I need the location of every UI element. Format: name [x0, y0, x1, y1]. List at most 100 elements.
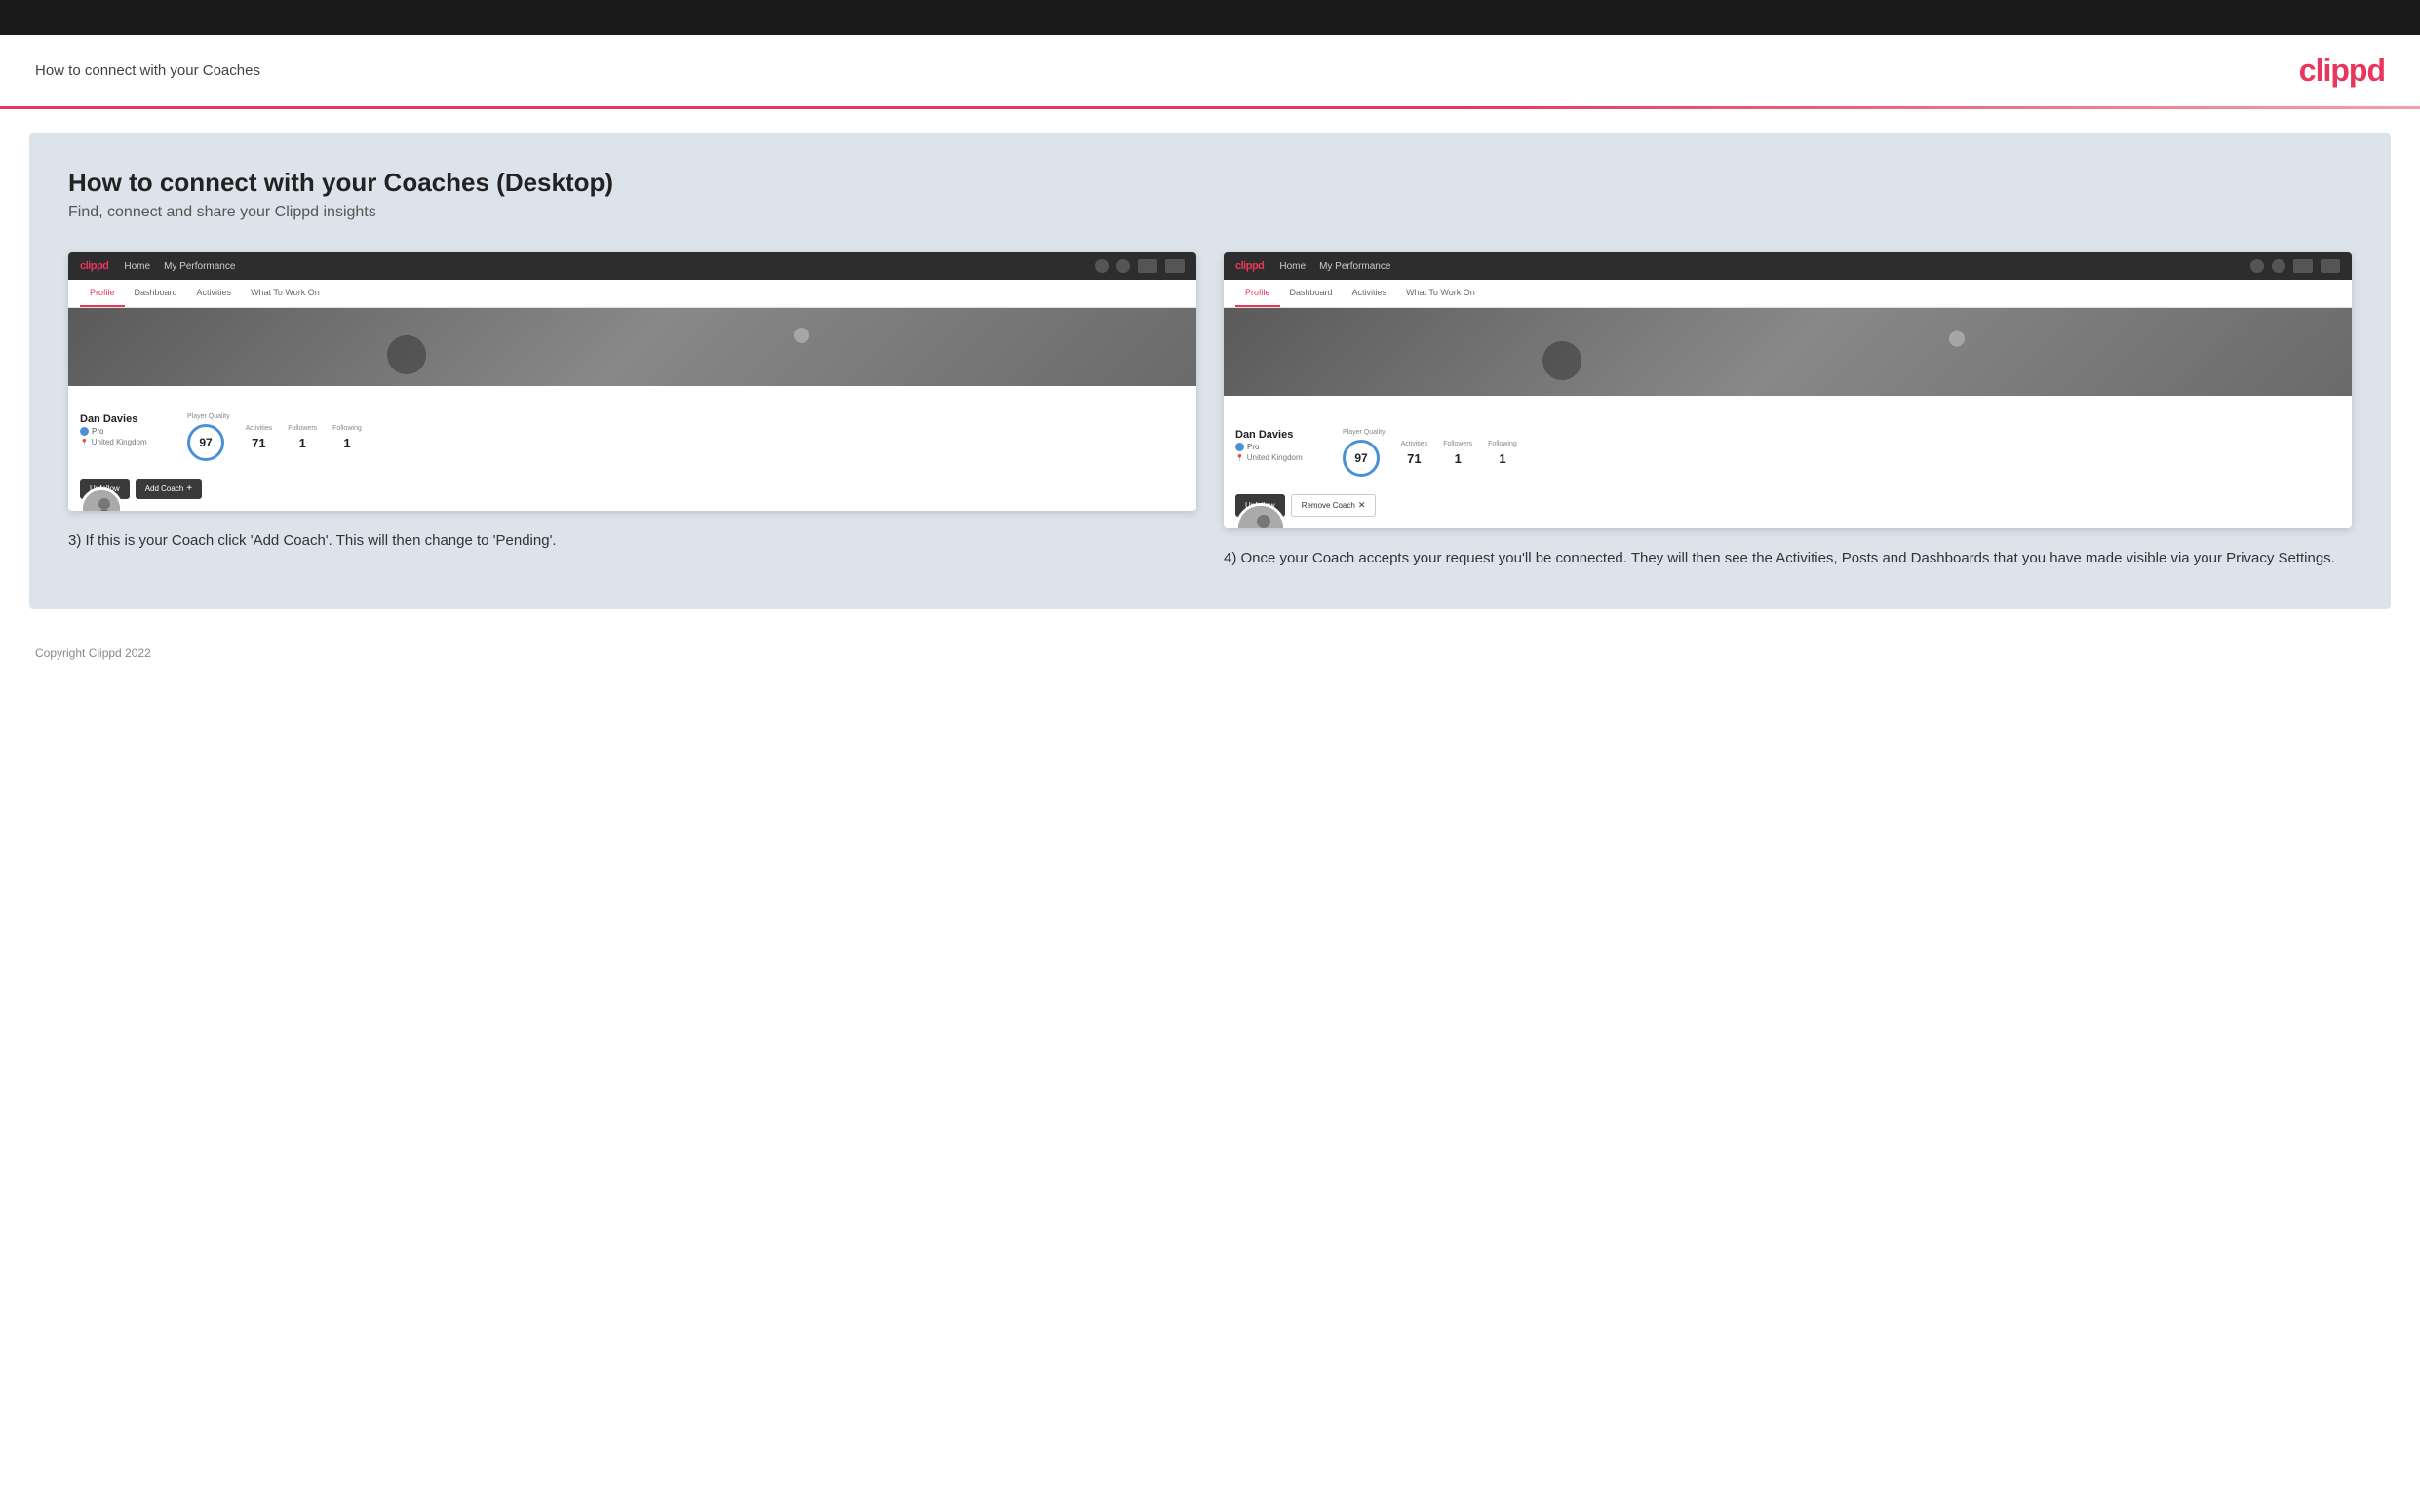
- followers-value-2: 1: [1443, 451, 1472, 466]
- mock-tabs-2: Profile Dashboard Activities What To Wor…: [1224, 280, 2352, 308]
- mock-stat-quality-1: Player Quality 97: [187, 413, 230, 461]
- mock-user-name-1: Dan Davies: [80, 413, 168, 425]
- screenshot-2: clippd Home My Performance Profile: [1224, 252, 2352, 528]
- main-subtitle: Find, connect and share your Clippd insi…: [68, 204, 2352, 221]
- mock-nav-home-1[interactable]: Home: [124, 261, 150, 272]
- mock-nav-items-1: Home My Performance: [124, 261, 1079, 272]
- header: How to connect with your Coaches clippd: [0, 35, 2420, 106]
- activities-label-1: Activities: [246, 425, 273, 432]
- search-icon-2[interactable]: [2250, 259, 2264, 273]
- quality-label-2: Player Quality: [1343, 429, 1386, 436]
- following-label-1: Following: [332, 425, 362, 432]
- mock-stat-quality-2: Player Quality 97: [1343, 429, 1386, 477]
- mock-stats-2: Player Quality 97 Activities 71 Follower: [1343, 429, 2340, 477]
- badge-icon-2: [1235, 443, 1244, 451]
- mock-stats-1: Player Quality 97 Activities 71 Follower: [187, 413, 1185, 461]
- screenshots-row: clippd Home My Performance Profile: [68, 252, 2352, 570]
- mock-logo-2: clippd: [1235, 260, 1264, 272]
- description-step3: 3) If this is your Coach click 'Add Coac…: [68, 530, 1196, 553]
- mock-stat-followers-2: Followers 1: [1443, 441, 1472, 466]
- location-text-1: United Kingdom: [92, 438, 147, 446]
- screenshot-1: clippd Home My Performance Profile: [68, 252, 1196, 511]
- banner-overlay-1: [68, 308, 1196, 386]
- settings-icon-1[interactable]: [1138, 259, 1157, 273]
- tab-whattoworkon-1[interactable]: What To Work On: [241, 280, 330, 307]
- following-value-2: 1: [1488, 451, 1517, 466]
- quality-value-2: 97: [1354, 451, 1367, 465]
- mock-stat-activities-2: Activities 71: [1401, 441, 1428, 466]
- tab-dashboard-2[interactable]: Dashboard: [1280, 280, 1343, 307]
- bottom-bar: Copyright Clippd 2022: [0, 633, 2420, 674]
- mock-navbar-1: clippd Home My Performance: [68, 252, 1196, 280]
- avatar-figure-1: [83, 490, 120, 511]
- page-title: How to connect with your Coaches: [35, 62, 260, 79]
- search-icon-1[interactable]: [1095, 259, 1109, 273]
- activities-label-2: Activities: [1401, 441, 1428, 447]
- copyright: Copyright Clippd 2022: [35, 646, 151, 660]
- logo: clippd: [2299, 53, 2385, 89]
- mock-user-name-2: Dan Davies: [1235, 429, 1323, 441]
- mock-stat-following-1: Following 1: [332, 425, 362, 450]
- mock-location-2: 📍 United Kingdom: [1235, 453, 1323, 462]
- avatar-icon-2[interactable]: [2321, 259, 2340, 273]
- tab-profile-1[interactable]: Profile: [80, 280, 125, 307]
- quality-label-1: Player Quality: [187, 413, 230, 420]
- top-bar: [0, 0, 2420, 35]
- remove-coach-button-2[interactable]: Remove Coach ✕: [1291, 494, 1377, 517]
- plus-icon-1: +: [186, 484, 192, 494]
- activities-value-1: 71: [246, 436, 273, 450]
- mock-nav-perf-1[interactable]: My Performance: [164, 261, 235, 272]
- main-title: How to connect with your Coaches (Deskto…: [68, 168, 2352, 198]
- tab-activities-2[interactable]: Activities: [1343, 280, 1397, 307]
- badge-icon-1: [80, 427, 89, 436]
- mock-stat-following-2: Following 1: [1488, 441, 1517, 466]
- mock-stat-followers-1: Followers 1: [288, 425, 317, 450]
- mock-nav-icons-1: [1095, 259, 1185, 273]
- followers-label-2: Followers: [1443, 441, 1472, 447]
- mock-user-details-2: Dan Davies Pro 📍 United Kingdom: [1235, 429, 1323, 462]
- mock-tabs-1: Profile Dashboard Activities What To Wor…: [68, 280, 1196, 308]
- screenshot-col-2: clippd Home My Performance Profile: [1224, 252, 2352, 570]
- description-step4: 4) Once your Coach accepts your request …: [1224, 548, 2352, 570]
- add-coach-button-1[interactable]: Add Coach +: [136, 479, 202, 499]
- mock-nav-icons-2: [2250, 259, 2340, 273]
- mock-profile-info-1: Dan Davies Pro 📍 United Kingdom: [68, 386, 1196, 473]
- mock-nav-items-2: Home My Performance: [1279, 261, 2235, 272]
- mock-location-1: 📍 United Kingdom: [80, 438, 168, 446]
- mock-nav-home-2[interactable]: Home: [1279, 261, 1306, 272]
- mock-profile-area-1: Dan Davies Pro 📍 United Kingdom: [68, 308, 1196, 511]
- mock-nav-perf-2[interactable]: My Performance: [1319, 261, 1390, 272]
- tab-activities-1[interactable]: Activities: [187, 280, 242, 307]
- mock-user-badge-2: Pro: [1235, 443, 1323, 451]
- following-value-1: 1: [332, 436, 362, 450]
- activities-value-2: 71: [1401, 451, 1428, 466]
- badge-text-1: Pro: [92, 427, 103, 436]
- mock-buttons-2: Unfollow Remove Coach ✕: [1224, 488, 2352, 528]
- followers-label-1: Followers: [288, 425, 317, 432]
- mock-stat-activities-1: Activities 71: [246, 425, 273, 450]
- header-divider: [0, 106, 2420, 109]
- location-icon-2: 📍: [1235, 454, 1244, 462]
- tab-whattoworkon-2[interactable]: What To Work On: [1396, 280, 1485, 307]
- banner-overlay-2: [1224, 308, 2352, 396]
- mock-banner-1: [68, 308, 1196, 386]
- mock-user-details-1: Dan Davies Pro 📍 United Kingdom: [80, 413, 168, 446]
- location-icon-1: 📍: [80, 439, 89, 446]
- tab-dashboard-1[interactable]: Dashboard: [125, 280, 187, 307]
- settings-icon-2[interactable]: [2293, 259, 2313, 273]
- screenshot-col-1: clippd Home My Performance Profile: [68, 252, 1196, 570]
- mock-profile-area-2: Dan Davies Pro 📍 United Kingdom: [1224, 308, 2352, 528]
- mock-logo-1: clippd: [80, 260, 108, 272]
- x-icon-2: ✕: [1358, 500, 1366, 511]
- user-icon-1[interactable]: [1116, 259, 1130, 273]
- avatar-icon-1[interactable]: [1165, 259, 1185, 273]
- quality-value-1: 97: [199, 436, 212, 449]
- mock-banner-2: [1224, 308, 2352, 396]
- mock-buttons-1: Unfollow Add Coach +: [68, 473, 1196, 511]
- mock-profile-info-2: Dan Davies Pro 📍 United Kingdom: [1224, 396, 2352, 488]
- user-icon-2[interactable]: [2272, 259, 2285, 273]
- following-label-2: Following: [1488, 441, 1517, 447]
- quality-circle-2: 97: [1343, 440, 1380, 477]
- tab-profile-2[interactable]: Profile: [1235, 280, 1280, 307]
- mock-user-badge-1: Pro: [80, 427, 168, 436]
